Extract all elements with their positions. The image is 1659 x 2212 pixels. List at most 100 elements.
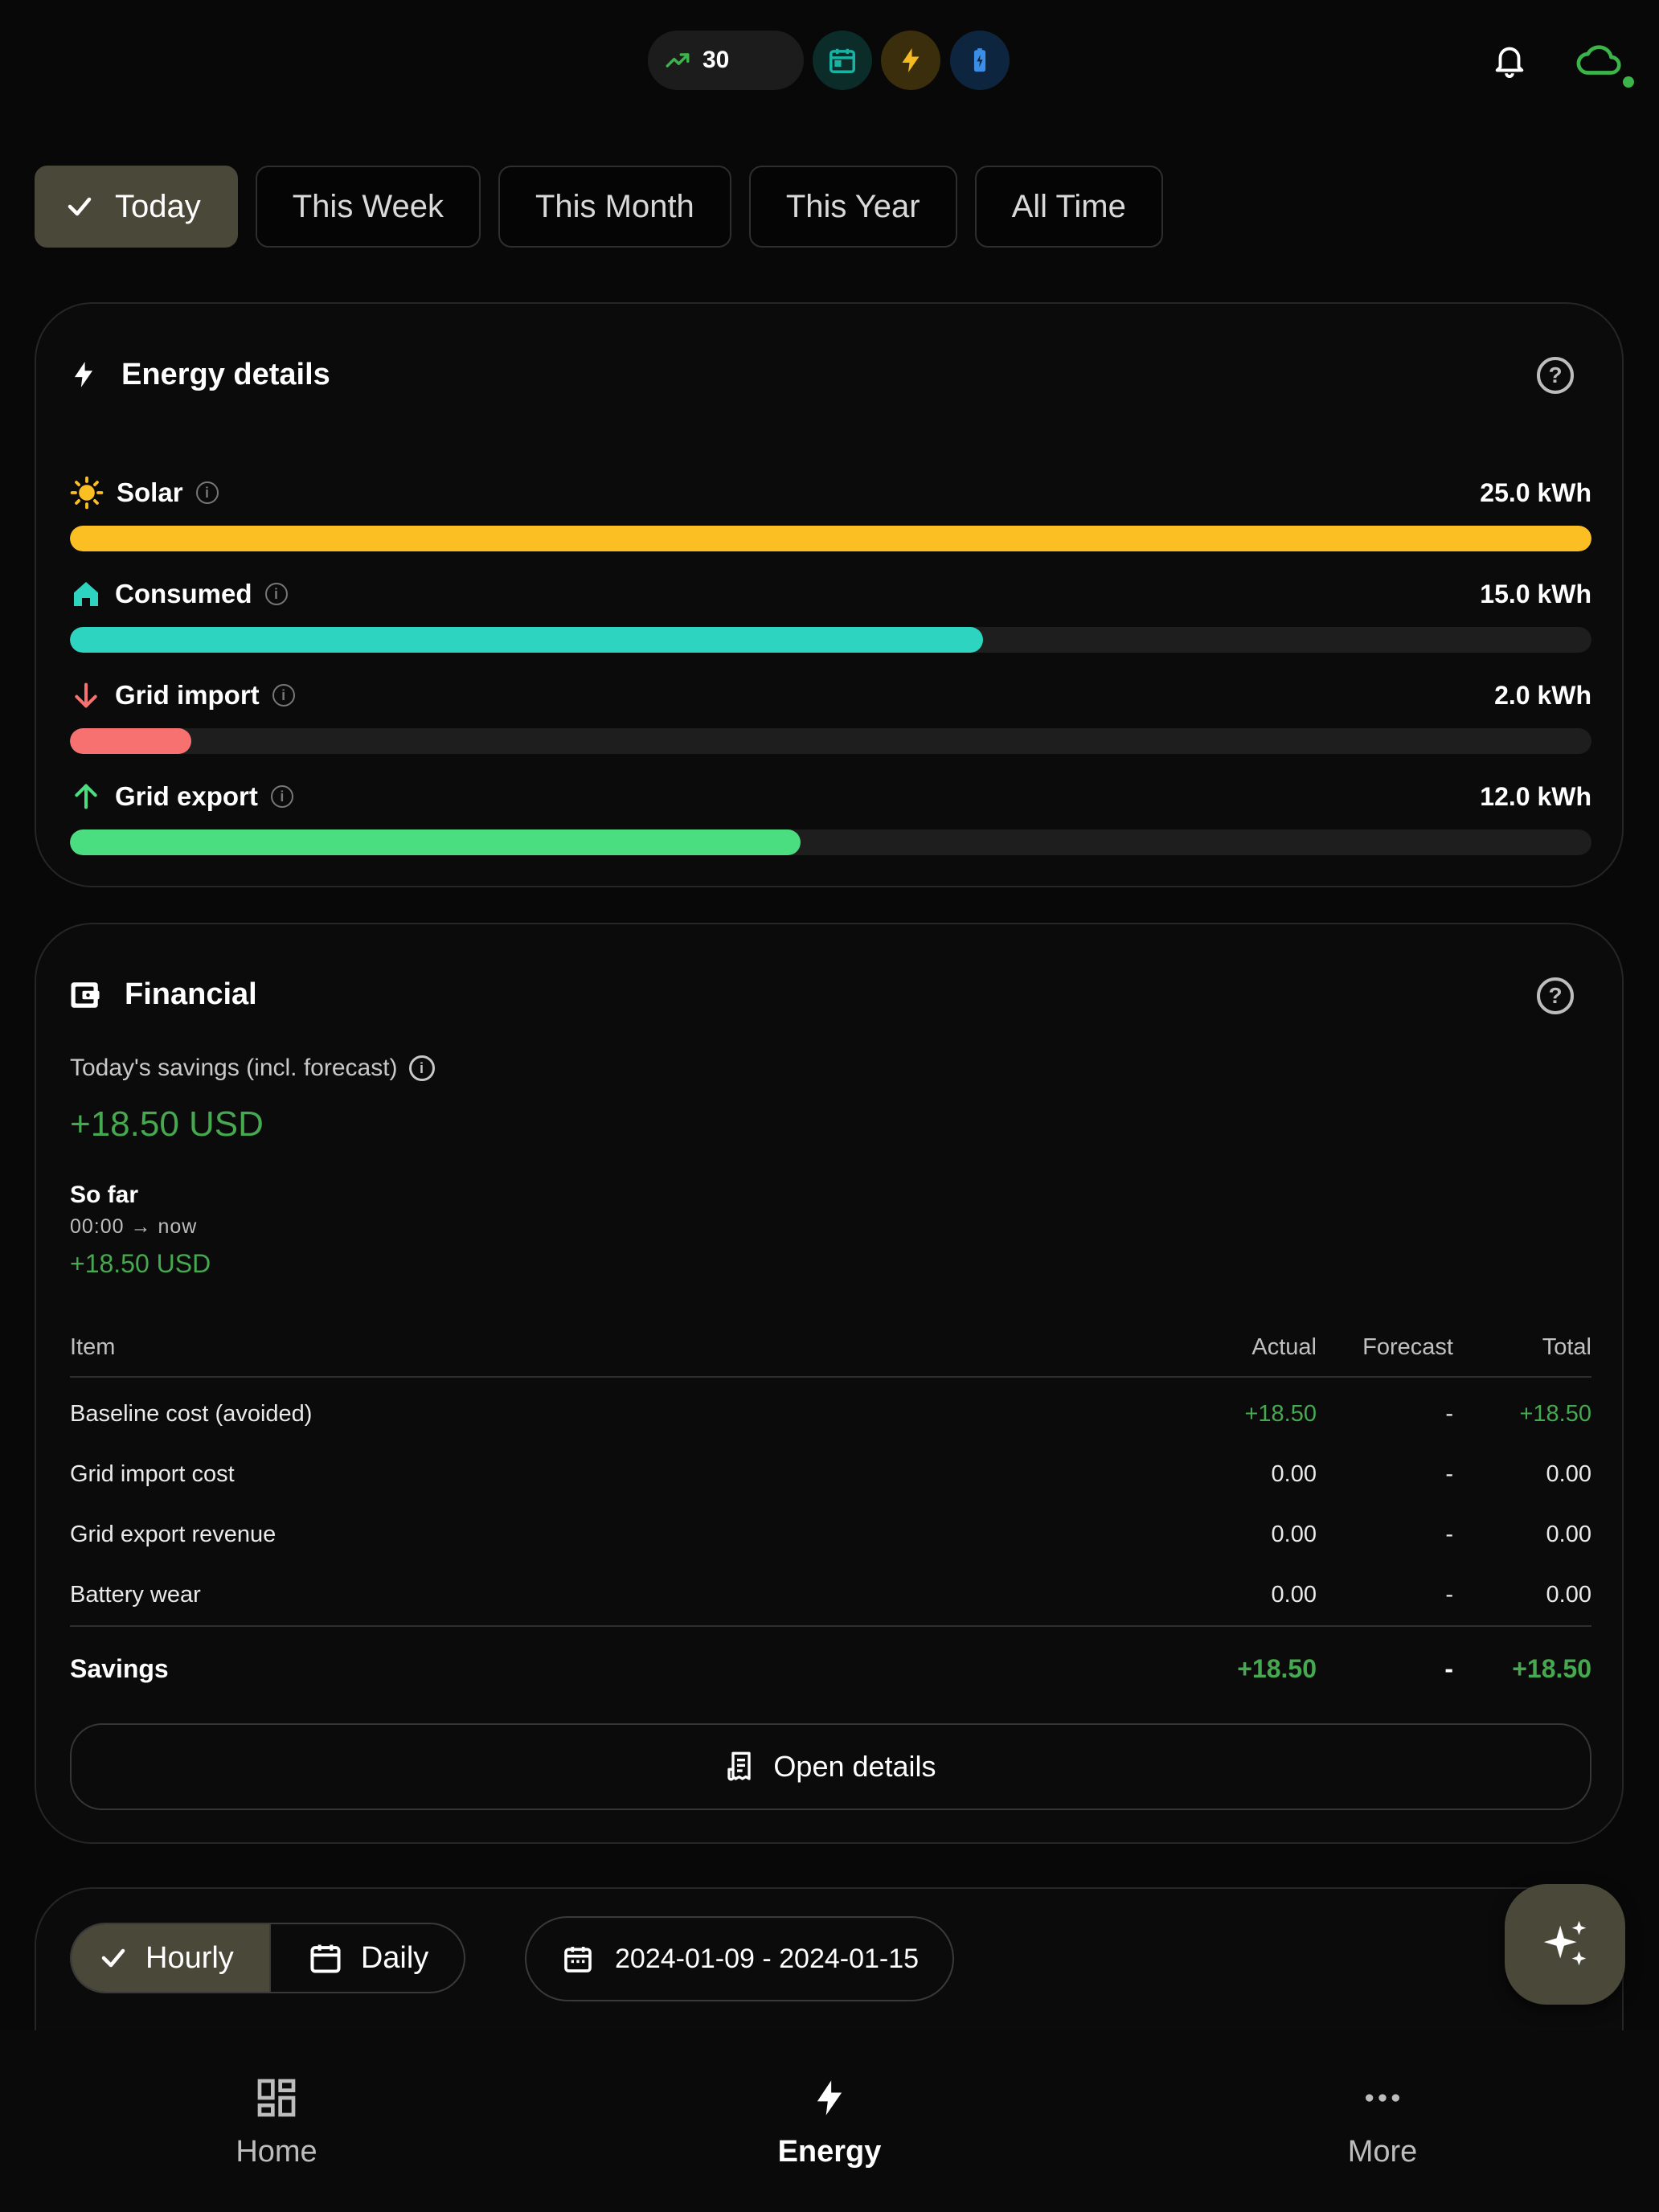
online-indicator bbox=[1623, 76, 1634, 88]
row-forecast: - bbox=[1445, 1522, 1453, 1547]
help-button[interactable]: ? bbox=[1537, 977, 1574, 1014]
energy-row-grid-export: Grid export i 12.0 kWh bbox=[70, 778, 1591, 855]
hourly-label: Hourly bbox=[145, 1940, 234, 1975]
more-horizontal-icon bbox=[1366, 2094, 1399, 2102]
calendar-icon bbox=[830, 48, 855, 73]
battery-status-button[interactable] bbox=[950, 31, 1010, 90]
savings-value: +18.50 USD bbox=[70, 1104, 264, 1144]
info-icon[interactable]: i bbox=[272, 684, 295, 707]
home-icon bbox=[74, 582, 98, 606]
wallet-icon bbox=[71, 981, 100, 1008]
sun-icon bbox=[70, 476, 104, 510]
row-total: 0.00 bbox=[1546, 1582, 1591, 1608]
info-icon[interactable]: i bbox=[195, 481, 219, 504]
summary-total: +18.50 bbox=[1512, 1653, 1591, 1683]
row-forecast: - bbox=[1445, 1582, 1453, 1608]
energy-row-consumed: Consumed i 15.0 kWh bbox=[70, 576, 1591, 653]
period-label: All Time bbox=[1011, 188, 1126, 224]
energy-bar-fill bbox=[70, 830, 801, 855]
financial-table: Item Actual Forecast Total Baseline cost… bbox=[70, 1318, 1591, 1710]
row-item: Grid export revenue bbox=[70, 1522, 276, 1547]
nav-home[interactable]: Home bbox=[0, 2030, 553, 2212]
row-total: 0.00 bbox=[1546, 1522, 1591, 1547]
energy-value: 2.0 kWh bbox=[1494, 681, 1591, 710]
table-row: Battery wear 0.00 - 0.00 bbox=[70, 1565, 1591, 1625]
energy-value: 25.0 kWh bbox=[1480, 478, 1591, 507]
energy-bar-fill bbox=[70, 526, 1591, 551]
nav-label: More bbox=[1347, 2135, 1418, 2169]
period-this-month[interactable]: This Month bbox=[498, 166, 731, 248]
row-actual: 0.00 bbox=[1271, 1461, 1317, 1487]
battery-charging-icon bbox=[973, 48, 986, 72]
row-item: Battery wear bbox=[70, 1582, 201, 1608]
check-icon bbox=[68, 197, 92, 216]
period-label: Today bbox=[115, 188, 201, 224]
status-bar: 30 bbox=[0, 0, 1659, 121]
column-header-forecast: Forecast bbox=[1362, 1333, 1453, 1360]
row-total: 0.00 bbox=[1546, 1461, 1591, 1487]
info-icon[interactable]: i bbox=[264, 583, 288, 605]
daily-option[interactable]: Daily bbox=[268, 1924, 464, 1992]
receipt-icon bbox=[727, 1751, 752, 1781]
column-header-item: Item bbox=[70, 1333, 116, 1360]
period-label: This Week bbox=[292, 188, 444, 224]
column-header-actual: Actual bbox=[1251, 1333, 1317, 1360]
period-today[interactable]: Today bbox=[35, 166, 238, 248]
period-this-week[interactable]: This Week bbox=[255, 166, 481, 248]
table-header: Item Actual Forecast Total bbox=[70, 1318, 1591, 1378]
calendar-status-button[interactable] bbox=[813, 31, 872, 90]
row-item: Grid import cost bbox=[70, 1461, 235, 1487]
so-far-title: So far bbox=[70, 1182, 139, 1208]
energy-value: 15.0 kWh bbox=[1480, 580, 1591, 608]
energy-bar-track bbox=[70, 830, 1591, 855]
trend-pill[interactable]: 30 bbox=[648, 31, 804, 90]
trend-value: 30 bbox=[703, 47, 730, 73]
info-icon[interactable]: i bbox=[270, 785, 293, 808]
table-row: Grid import cost 0.00 - 0.00 bbox=[70, 1444, 1591, 1505]
energy-row-grid-import: Grid import i 2.0 kWh bbox=[70, 677, 1591, 754]
open-details-button[interactable]: Open details bbox=[70, 1723, 1591, 1810]
savings-label-row: Today's savings (incl. forecast) i bbox=[70, 1055, 435, 1082]
table-row: Grid export revenue 0.00 - 0.00 bbox=[70, 1505, 1591, 1565]
summary-item: Savings bbox=[70, 1653, 169, 1683]
period-this-year[interactable]: This Year bbox=[748, 166, 957, 248]
open-details-label: Open details bbox=[773, 1750, 936, 1783]
summary-actual: +18.50 bbox=[1237, 1653, 1317, 1683]
nav-energy[interactable]: Energy bbox=[553, 2030, 1106, 2212]
period-selector: Today This Week This Month This Year All… bbox=[35, 166, 1163, 248]
nav-label: Energy bbox=[777, 2135, 882, 2169]
row-forecast: - bbox=[1445, 1401, 1453, 1427]
nav-more[interactable]: More bbox=[1106, 2030, 1659, 2212]
arrow-down-icon bbox=[75, 682, 97, 708]
energy-label: Grid import bbox=[115, 680, 260, 710]
energy-value: 12.0 kWh bbox=[1480, 782, 1591, 811]
dashboard-icon bbox=[257, 2079, 296, 2117]
notifications-button[interactable] bbox=[1491, 39, 1528, 84]
arrow-up-icon bbox=[75, 784, 97, 809]
card-title: Energy details bbox=[121, 357, 330, 391]
period-all-time[interactable]: All Time bbox=[974, 166, 1163, 248]
energy-row-solar: Solar i 25.0 kWh bbox=[70, 474, 1591, 551]
power-status-button[interactable] bbox=[881, 31, 940, 90]
bottom-navigation: Home Energy More bbox=[0, 2030, 1659, 2212]
summary-forecast: - bbox=[1444, 1653, 1453, 1683]
period-label: This Year bbox=[785, 188, 920, 224]
hourly-option[interactable]: Hourly bbox=[72, 1924, 269, 1992]
cloud-sync-button[interactable] bbox=[1575, 40, 1625, 84]
bolt-icon bbox=[817, 2080, 842, 2116]
bolt-icon bbox=[902, 48, 920, 72]
info-icon[interactable]: i bbox=[408, 1055, 435, 1081]
nav-label: Home bbox=[236, 2135, 317, 2169]
help-button[interactable]: ? bbox=[1537, 357, 1574, 394]
row-total: +18.50 bbox=[1519, 1401, 1591, 1427]
row-item: Baseline cost (avoided) bbox=[70, 1401, 313, 1427]
date-range-picker[interactable]: 2024-01-09 - 2024-01-15 bbox=[525, 1916, 955, 2001]
sparkles-icon bbox=[1543, 1920, 1587, 1966]
period-label: This Month bbox=[535, 188, 694, 224]
calendar-icon bbox=[564, 1947, 592, 1972]
daily-label: Daily bbox=[360, 1940, 429, 1975]
calendar-icon bbox=[310, 1944, 341, 1973]
bolt-icon bbox=[74, 362, 93, 387]
column-header-total: Total bbox=[1542, 1333, 1591, 1360]
ai-assistant-button[interactable] bbox=[1505, 1884, 1625, 2005]
